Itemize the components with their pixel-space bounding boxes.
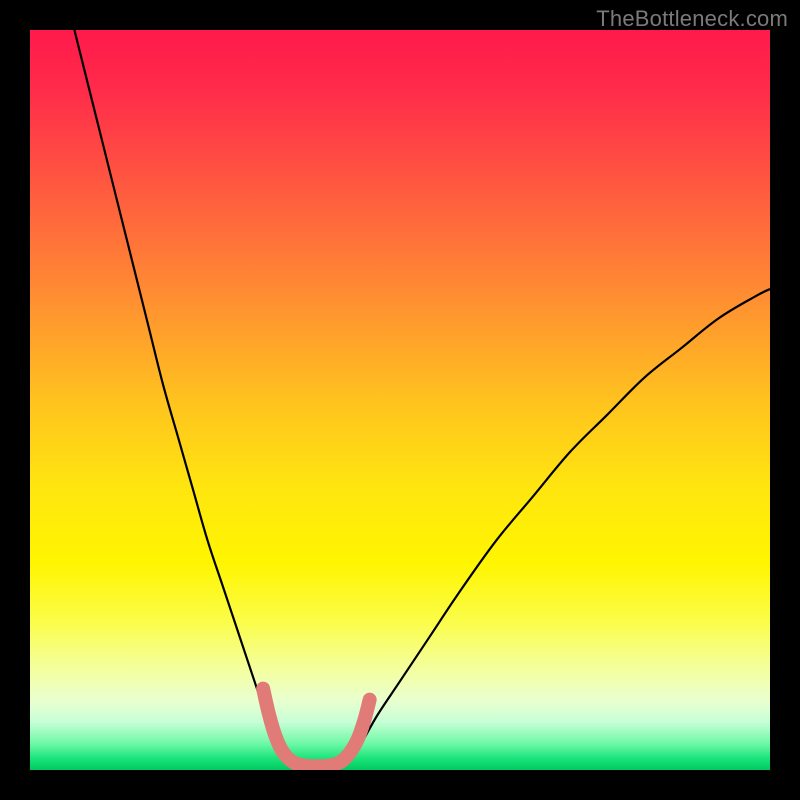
trough-marker: [259, 694, 271, 706]
plot-background: [30, 30, 770, 770]
chart-frame: TheBottleneck.com: [0, 0, 800, 800]
watermark-label: TheBottleneck.com: [596, 6, 788, 32]
trough-marker: [268, 727, 280, 739]
trough-marker: [357, 721, 369, 733]
trough-marker: [363, 699, 375, 711]
chart-plot: [30, 30, 770, 770]
